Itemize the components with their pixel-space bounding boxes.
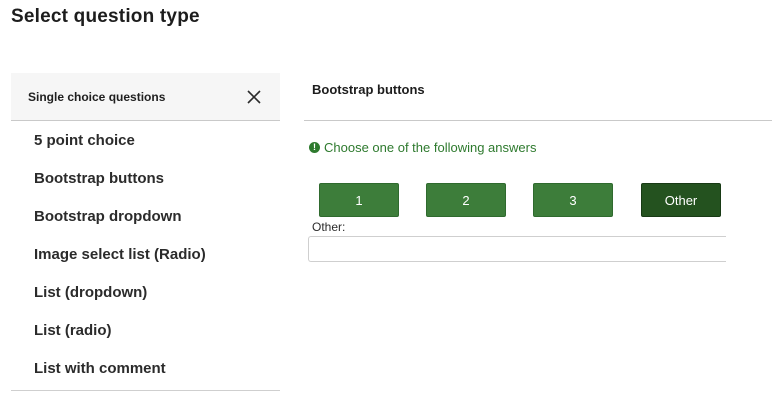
answer-button-1[interactable]: 1: [319, 183, 399, 217]
question-type-selector: Select question type Single choice quest…: [0, 0, 772, 397]
close-icon-glyph: [247, 89, 261, 104]
close-icon[interactable]: [244, 87, 264, 107]
question-type-item[interactable]: List (radio): [11, 312, 280, 350]
question-type-item[interactable]: Image select list (Radio): [11, 236, 280, 274]
answer-button-2[interactable]: 2: [426, 183, 506, 217]
preview-title: Bootstrap buttons: [312, 82, 425, 97]
answer-hint-text: Choose one of the following answers: [324, 140, 537, 155]
answer-button-other[interactable]: Other: [641, 183, 721, 217]
panel-header: Single choice questions: [11, 73, 280, 121]
answer-button-3[interactable]: 3: [533, 183, 613, 217]
other-label: Other:: [312, 220, 346, 234]
question-type-item[interactable]: List (dropdown): [11, 274, 280, 312]
page-title: Select question type: [11, 6, 200, 27]
answer-hint: ! Choose one of the following answers: [309, 140, 536, 155]
question-type-item[interactable]: List with comment: [11, 350, 280, 388]
exclamation-circle-icon: !: [309, 142, 320, 153]
other-text-input[interactable]: [308, 236, 726, 262]
panel-header-label: Single choice questions: [28, 89, 166, 104]
preview-panel: Bootstrap buttons ! Choose one of the fo…: [304, 73, 772, 397]
question-type-item[interactable]: Bootstrap dropdown: [11, 198, 280, 236]
question-type-list: 5 point choice Bootstrap buttons Bootstr…: [11, 122, 280, 388]
question-type-item[interactable]: Bootstrap buttons: [11, 160, 280, 198]
question-type-item[interactable]: 5 point choice: [11, 122, 280, 160]
question-type-panel: Single choice questions 5 point choice B…: [11, 73, 280, 391]
preview-divider: [304, 120, 772, 121]
